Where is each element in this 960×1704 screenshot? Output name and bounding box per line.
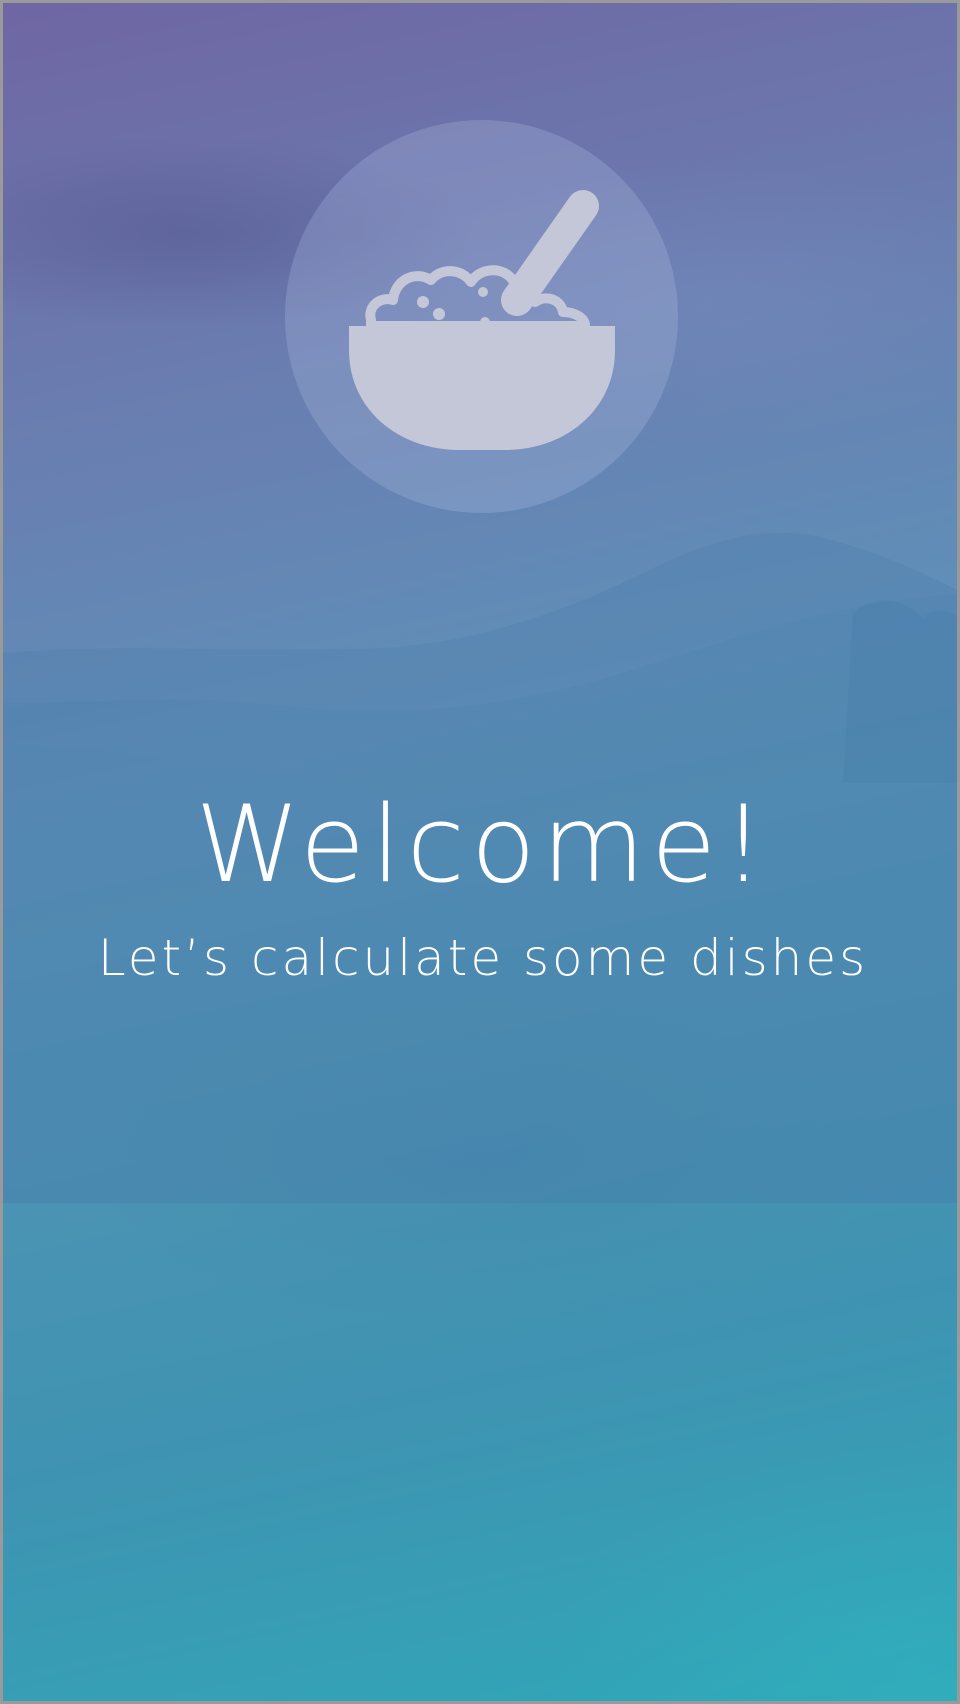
welcome-title: Welcome!: [195, 783, 771, 906]
logo-circle: [285, 120, 678, 513]
welcome-subtitle: Let’s calculate some dishes: [97, 929, 869, 987]
welcome-screen: Welcome! Let’s calculate some dishes: [0, 0, 960, 1704]
bowl-with-spoon-icon: [349, 190, 615, 450]
